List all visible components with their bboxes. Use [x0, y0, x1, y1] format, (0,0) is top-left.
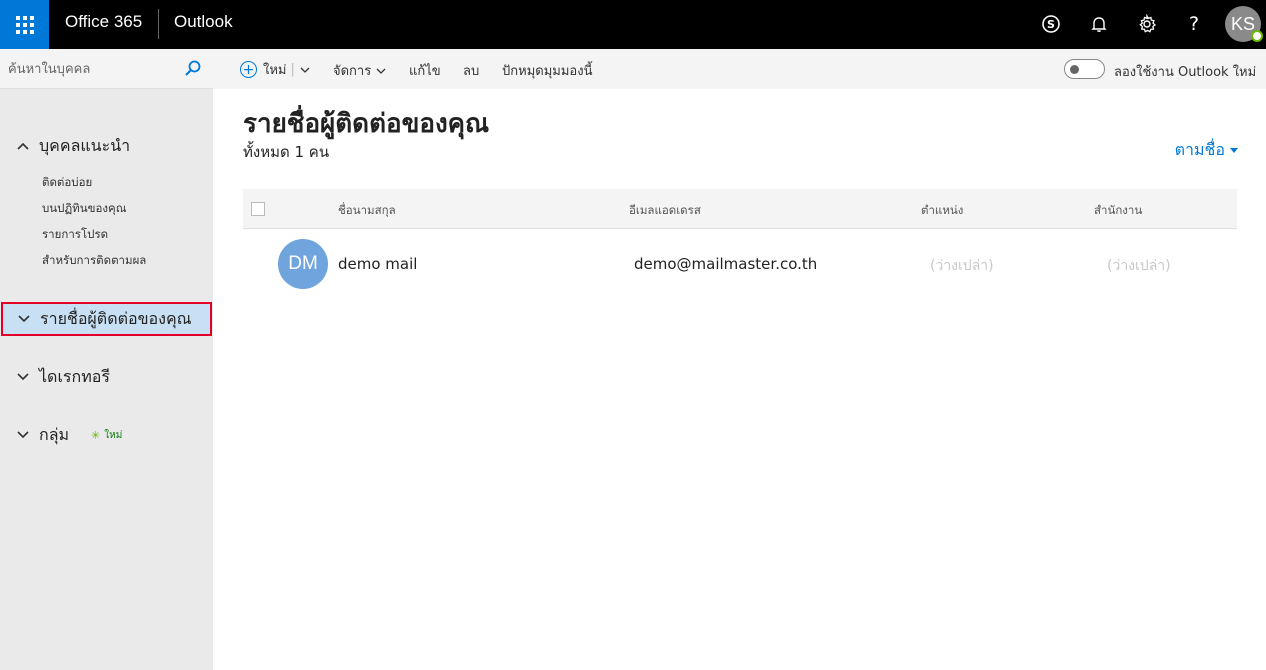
sidebar-item-on-calendar[interactable]: บนปฏิทินของคุณ — [0, 195, 213, 221]
help-button[interactable]: ? — [1180, 10, 1208, 38]
skype-icon: S — [1042, 15, 1060, 33]
main-content: รายชื่อผู้ติดต่อของคุณ ทั้งหมด 1 คน ตามช… — [213, 89, 1266, 670]
sidebar-item-follow-up[interactable]: สำหรับการติดตามผล — [0, 247, 213, 273]
sidebar-item-favorites[interactable]: รายการโปรด — [0, 221, 213, 247]
contact-name: demo mail — [338, 255, 418, 273]
search-icon[interactable] — [184, 59, 202, 77]
sidebar-item-directory[interactable]: ไดเรกทอรี — [0, 362, 213, 392]
toggle-knob — [1070, 65, 1079, 74]
manage-button-label: จัดการ — [333, 64, 372, 79]
column-header-name[interactable]: ชื่อนามสกุล — [338, 202, 396, 220]
chevron-up-icon — [17, 142, 29, 150]
split-divider: | — [290, 62, 295, 77]
suggested-people-header[interactable]: บุคคลแนะนำ — [0, 131, 213, 161]
command-bar: + ใหม่ | จัดการ แก้ไข ลบ ปักหมุดมุมมองนี… — [213, 49, 1266, 89]
settings-button[interactable] — [1133, 10, 1161, 38]
table-header: ชื่อนามสกุล อีเมลแอดเดรส ตำแหน่ง สำนักงา… — [243, 189, 1237, 229]
app-launcher-button[interactable] — [0, 0, 49, 49]
help-icon: ? — [1188, 13, 1200, 35]
groups-section: กลุ่ม ✳ ใหม่ — [0, 420, 213, 450]
sort-label: ตามชื่อ — [1174, 140, 1225, 159]
plus-icon: + — [240, 61, 257, 78]
chevron-down-icon — [376, 68, 386, 74]
sidebar-item-groups[interactable]: กลุ่ม ✳ ใหม่ — [0, 420, 213, 450]
chevron-down-icon — [17, 373, 29, 381]
try-new-outlook-label: ลองใช้งาน Outlook ใหม่ — [1114, 65, 1257, 80]
new-badge: ✳ ใหม่ — [91, 428, 122, 443]
new-button[interactable]: + ใหม่ | — [240, 59, 310, 80]
top-bar: Office 365 Outlook S ? KS — [0, 0, 1266, 49]
directory-section: ไดเรกทอรี — [0, 362, 213, 392]
edit-button[interactable]: แก้ไข — [409, 60, 441, 81]
sort-dropdown[interactable]: ตามชื่อ — [1175, 138, 1238, 163]
column-header-office[interactable]: สำนักงาน — [1094, 202, 1142, 220]
gear-icon — [1139, 14, 1157, 33]
directory-label: ไดเรกทอรี — [39, 366, 110, 386]
your-contacts-label: รายชื่อผู้ติดต่อของคุณ — [40, 308, 192, 328]
contact-avatar: DM — [278, 239, 328, 289]
user-avatar[interactable]: KS — [1225, 6, 1263, 42]
table-row[interactable]: DM demo mail demo@mailmaster.co.th (ว่าง… — [243, 237, 1237, 293]
new-badge-label: ใหม่ — [104, 429, 123, 441]
skype-button[interactable]: S — [1037, 10, 1065, 38]
sidebar: บุคคลแนะนำ ติดต่อบ่อย บนปฏิทินของคุณ ราย… — [0, 49, 213, 670]
app-launcher-icon — [15, 15, 34, 34]
sidebar-item-frequent[interactable]: ติดต่อบ่อย — [0, 169, 213, 195]
chevron-down-icon — [17, 431, 29, 439]
bell-icon — [1091, 17, 1107, 32]
contact-email: demo@mailmaster.co.th — [634, 255, 818, 273]
column-header-position[interactable]: ตำแหน่ง — [921, 202, 963, 220]
sparkle-icon: ✳ — [91, 428, 101, 442]
caret-down-icon — [1230, 148, 1238, 153]
contact-initials: DM — [288, 253, 318, 274]
suggested-people-section: บุคคลแนะนำ ติดต่อบ่อย บนปฏิทินของคุณ ราย… — [0, 131, 213, 273]
search-input[interactable] — [8, 58, 178, 80]
notifications-button[interactable] — [1085, 10, 1113, 38]
pin-view-button[interactable]: ปักหมุดมุมมองนี้ — [502, 60, 592, 81]
office-365-brand[interactable]: Office 365 — [65, 12, 142, 32]
chevron-down-icon — [18, 315, 30, 323]
manage-button[interactable]: จัดการ — [333, 60, 386, 81]
groups-label: กลุ่ม — [39, 424, 70, 444]
contact-office: (ว่างเปล่า) — [1107, 258, 1171, 274]
presence-status-icon — [1251, 30, 1263, 42]
delete-button[interactable]: ลบ — [463, 60, 479, 81]
page-title: รายชื่อผู้ติดต่อของคุณ — [243, 109, 490, 139]
suggested-people-label: บุคคลแนะนำ — [39, 135, 131, 155]
sidebar-item-your-contacts[interactable]: รายชื่อผู้ติดต่อของคุณ — [1, 302, 212, 336]
chevron-down-icon[interactable] — [300, 65, 310, 75]
contact-position: (ว่างเปล่า) — [930, 258, 994, 274]
contact-count: ทั้งหมด 1 คน — [243, 143, 330, 161]
select-all-checkbox[interactable] — [251, 202, 265, 216]
column-header-email[interactable]: อีเมลแอดเดรส — [629, 202, 701, 220]
brand-divider — [158, 9, 159, 39]
svg-text:S: S — [1047, 18, 1055, 31]
app-name[interactable]: Outlook — [174, 12, 233, 32]
try-new-outlook-toggle[interactable] — [1064, 59, 1105, 79]
search-box — [0, 49, 213, 89]
new-button-label: ใหม่ — [263, 63, 287, 78]
